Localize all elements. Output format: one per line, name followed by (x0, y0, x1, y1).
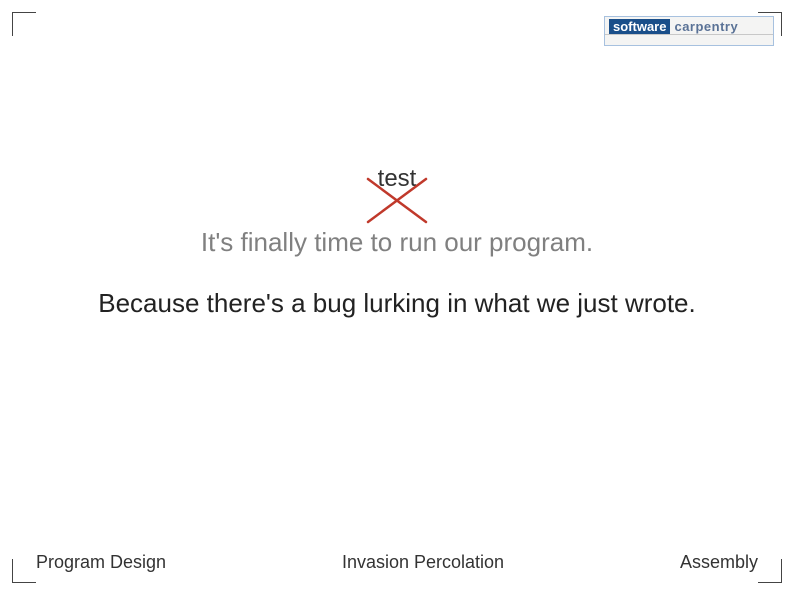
logo-word-carpentry: carpentry (674, 20, 738, 33)
footer-center: Invasion Percolation (342, 552, 504, 573)
software-carpentry-logo: software carpentry (604, 16, 774, 46)
slide: software carpentry test It's finally tim… (0, 0, 794, 595)
slide-content: test It's finally time to run our progra… (0, 165, 794, 319)
content-line-1: It's finally time to run our program. (0, 227, 794, 258)
footer-right: Assembly (680, 552, 758, 573)
annotation-word: test (378, 165, 417, 193)
logo-top-row: software carpentry (605, 17, 773, 35)
footer-left: Program Design (36, 552, 166, 573)
content-line-2: Because there's a bug lurking in what we… (0, 288, 794, 319)
corner-bracket-br (758, 559, 782, 583)
corner-bracket-tl (12, 12, 36, 36)
annotation-wrap: test (378, 165, 417, 193)
logo-subtitle (605, 35, 773, 42)
corner-bracket-bl (12, 559, 36, 583)
slide-footer: Program Design Invasion Percolation Asse… (36, 552, 758, 573)
logo-word-software: software (609, 19, 670, 34)
